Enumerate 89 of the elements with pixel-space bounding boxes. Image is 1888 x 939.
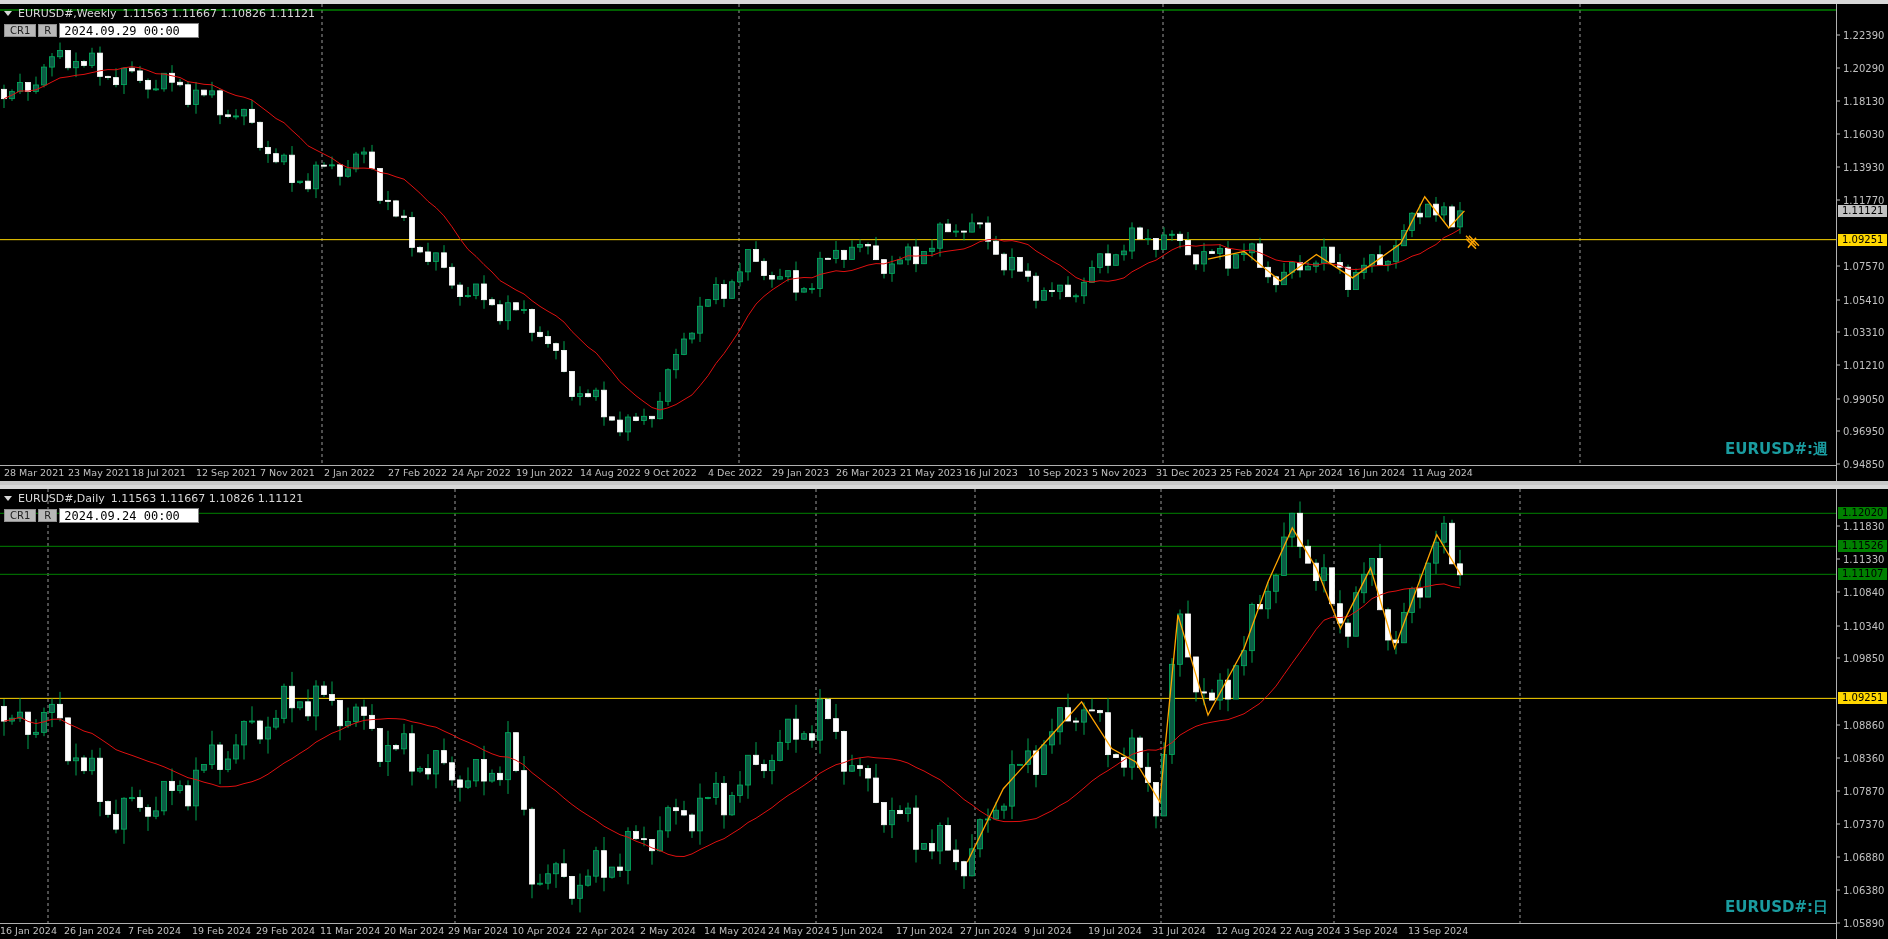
date-label: 27 Feb 2022 [388,467,448,478]
date-label: 27 Jun 2024 [960,925,1018,936]
price-tick-label: 1.06380 [1843,884,1885,896]
date-label: 4 Dec 2022 [708,467,763,478]
price-tick-label: 1.03310 [1843,326,1885,338]
price-tick-label: 1.08360 [1843,752,1885,764]
date-label: 31 Dec 2023 [1156,467,1217,478]
price-tick-label: 1.18130 [1843,95,1885,107]
date-field[interactable]: 2024.09.29 00:00 [59,23,200,38]
price-tick-label: 1.11830 [1843,520,1885,532]
price-tick-label: 1.16030 [1843,128,1885,140]
price-label: 1.12020 [1838,507,1888,520]
date-label: 12 Sep 2021 [196,467,257,478]
date-label: 31 Jul 2024 [1152,925,1206,936]
chart-label: EURUSD#:日 [1725,898,1828,917]
price-tick-label: 1.08860 [1843,719,1885,730]
price-tick-label: 0.94850 [1843,458,1885,470]
price-tick-label: 1.07570 [1843,260,1885,272]
price-tick-label: 1.01210 [1843,359,1885,371]
price-label: 1.11121 [1838,204,1888,217]
toolbar-button[interactable]: CR1 [4,24,37,37]
price-tick-label: 1.09850 [1843,652,1885,664]
date-label: 28 Mar 2021 [4,467,65,478]
date-label: 16 Jan 2024 [0,925,57,936]
date-label: 18 Jul 2021 [132,467,186,478]
date-label: 2 May 2024 [640,925,696,936]
date-label: 13 Sep 2024 [1408,925,1469,936]
date-label: 3 Sep 2024 [1344,925,1399,936]
price-tick-label: 1.10840 [1843,586,1885,598]
price-tick-label: 0.99050 [1843,393,1885,405]
date-label: 22 Aug 2024 [1280,925,1341,936]
price-tick-label: 1.11330 [1843,553,1885,565]
price-tick-label: 1.07870 [1843,785,1885,797]
date-label: 9 Oct 2022 [644,467,697,478]
date-label: 21 May 2023 [900,467,962,478]
price-tick-label: 1.13930 [1843,161,1885,173]
price-tick-label: 1.05890 [1843,917,1885,929]
date-label: 11 Mar 2024 [320,925,381,936]
date-label: 25 Feb 2024 [1220,467,1280,478]
price-label: 1.09251 [1838,692,1888,705]
date-label: 16 Jul 2023 [964,467,1018,478]
date-label: 10 Sep 2023 [1028,467,1089,478]
date-label: 29 Feb 2024 [256,925,316,936]
chart-label: EURUSD#:週 [1725,440,1828,459]
date-label: 11 Aug 2024 [1412,467,1473,478]
date-label: 7 Feb 2024 [128,925,182,936]
chart-title: EURUSD#,Daily [18,492,105,505]
date-label: 12 Aug 2024 [1216,925,1277,936]
date-label: 9 Jul 2024 [1024,925,1072,936]
date-label: 19 Feb 2024 [192,925,252,936]
price-tick-label: 1.05410 [1843,294,1885,305]
date-label: 2 Jan 2022 [324,467,375,478]
date-label: 14 May 2024 [704,925,766,936]
date-label: 19 Jun 2022 [516,467,574,478]
date-label: 26 Jan 2024 [64,925,121,936]
ohlc-values: 1.11563 1.11667 1.10826 1.11121 [110,492,304,505]
date-label: 24 May 2024 [768,925,830,936]
ohlc-values: 1.11563 1.11667 1.10826 1.11121 [122,7,316,20]
price-tick-label: 1.06880 [1843,851,1885,863]
date-label: 29 Jan 2023 [772,467,829,478]
date-label: 26 Mar 2023 [836,467,897,478]
date-label: 5 Nov 2023 [1092,467,1147,478]
price-tick-label: 0.96950 [1843,425,1885,437]
date-label: 5 Jun 2024 [832,925,884,936]
date-label: 20 Mar 2024 [384,925,445,936]
date-label: 29 Mar 2024 [448,925,509,936]
toolbar-button[interactable]: R [38,509,58,522]
price-label: 1.09251 [1838,233,1888,246]
date-label: 7 Nov 2021 [260,467,315,478]
date-label: 16 Jun 2024 [1348,467,1406,478]
price-tick-label: 1.07370 [1843,818,1885,830]
price-tick-label: 1.11770 [1843,194,1885,206]
price-label: 1.11526 [1838,540,1888,553]
date-label: 10 Apr 2024 [512,925,571,936]
date-label: 21 Apr 2024 [1284,467,1343,478]
date-label: 14 Aug 2022 [580,467,641,478]
price-tick-label: 1.20290 [1843,62,1885,74]
date-label: 22 Apr 2024 [576,925,635,936]
toolbar-button[interactable]: R [38,24,58,37]
date-label: 24 Apr 2022 [452,467,511,478]
toolbar-button[interactable]: CR1 [4,509,37,522]
chart-title: EURUSD#,Weekly [18,7,117,20]
price-tick-label: 1.22390 [1843,29,1885,41]
price-label: 1.11107 [1838,568,1888,581]
date-label: 17 Jun 2024 [896,925,954,936]
date-label: 23 May 2021 [68,467,130,478]
date-label: 19 Jul 2024 [1088,925,1142,936]
date-field[interactable]: 2024.09.24 00:00 [59,508,200,523]
price-tick-label: 1.10340 [1843,620,1885,632]
